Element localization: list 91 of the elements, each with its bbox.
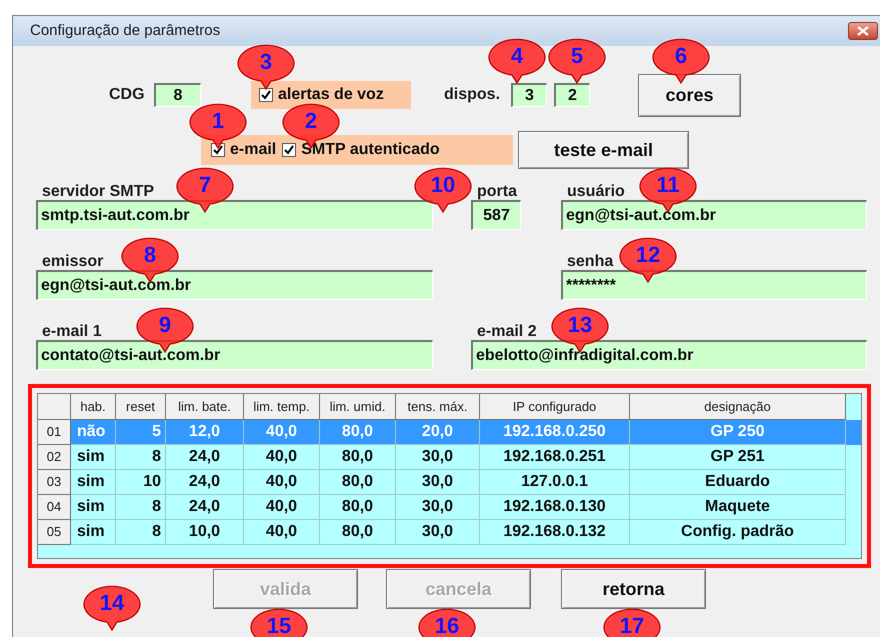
callout-badge: 17 — [603, 608, 661, 637]
row-header: 03 — [38, 470, 71, 495]
checkbox-label: SMTP autenticado — [301, 140, 440, 160]
table-cell: sim — [71, 520, 116, 545]
table-cell: 30,0 — [396, 495, 480, 520]
table-cell: não — [71, 420, 116, 445]
table-cell: sim — [71, 470, 116, 495]
table-row[interactable]: 02 sim 8 24,0 40,0 80,0 30,0 192.168.0.251 GP 251 — [38, 445, 861, 470]
table-cell: 10 — [116, 470, 166, 495]
field-label: dispos. — [444, 85, 502, 105]
field-label: e-mail 1 — [42, 322, 102, 340]
column-header[interactable]: reset — [116, 394, 166, 420]
close-icon[interactable] — [848, 22, 878, 40]
column-header[interactable]: lim. bate. — [166, 394, 244, 420]
table-cell: 40,0 — [244, 420, 320, 445]
table-cell: sim — [71, 445, 116, 470]
password-field[interactable]: ******** — [561, 270, 867, 300]
device-field[interactable]: 2 — [554, 83, 590, 107]
table-cell: 30,0 — [396, 520, 480, 545]
table-cell: 127.0.0.1 — [480, 470, 630, 495]
table-row[interactable]: 04 sim 8 24,0 40,0 80,0 30,0 192.168.0.130 Maquete — [38, 495, 861, 520]
cdg-field[interactable]: 8 — [154, 83, 201, 107]
table-cell: Eduardo — [630, 470, 846, 495]
table-cell: 192.168.0.251 — [480, 445, 630, 470]
table-cell: 192.168.0.130 — [480, 495, 630, 520]
callout-badge: 15 — [250, 608, 308, 637]
header-cell — [38, 394, 71, 420]
checkbox-label: e-mail — [230, 140, 276, 160]
row-header: 01 — [38, 420, 71, 445]
table-cell: GP 251 — [630, 445, 846, 470]
table-cell: 12,0 — [166, 420, 244, 445]
field-label: CDG — [109, 85, 146, 105]
column-header[interactable]: hab. — [71, 394, 116, 420]
field-label: e-mail 2 — [477, 322, 537, 340]
table-cell: GP 250 — [630, 420, 846, 445]
table-cell: 20,0 — [396, 420, 480, 445]
callout-badge: 16 — [418, 608, 476, 637]
table-cell: Config. padrão — [630, 520, 846, 545]
callout-badge: 4 — [488, 38, 546, 84]
column-header[interactable]: designação — [630, 394, 846, 420]
table-cell: 192.168.0.132 — [480, 520, 630, 545]
table-cell: 80,0 — [320, 520, 396, 545]
return-button[interactable]: retorna — [561, 569, 706, 609]
row-header: 02 — [38, 445, 71, 470]
table-cell: 24,0 — [166, 470, 244, 495]
field-label: emissor — [42, 252, 104, 270]
table-cell: 192.168.0.250 — [480, 420, 630, 445]
table-cell: 8 — [116, 520, 166, 545]
window-title: Configuração de parâmetros — [30, 20, 220, 41]
test-email-button[interactable]: teste e-mail — [518, 131, 689, 169]
table-row[interactable]: 01 não 5 12,0 40,0 80,0 20,0 192.168.0.250 GP 250 — [38, 420, 861, 445]
column-header[interactable]: IP configurado — [480, 394, 630, 420]
table-cell: 40,0 — [244, 470, 320, 495]
table-cell: 80,0 — [320, 445, 396, 470]
column-header[interactable]: lim. temp. — [244, 394, 320, 420]
callout-badge: 14 — [83, 585, 141, 631]
table-cell: 10,0 — [166, 520, 244, 545]
colors-button[interactable]: cores — [638, 74, 741, 116]
callout-badge: 10 — [414, 167, 472, 213]
table-cell: 5 — [116, 420, 166, 445]
row-header: 04 — [38, 495, 71, 520]
table-cell: 80,0 — [320, 495, 396, 520]
table-cell: 80,0 — [320, 420, 396, 445]
table-row[interactable]: 05 sim 8 10,0 40,0 80,0 30,0 192.168.0.132 Config. padrão — [38, 520, 861, 545]
table-cell: Maquete — [630, 495, 846, 520]
row-header: 05 — [38, 520, 71, 545]
table-cell: 24,0 — [166, 495, 244, 520]
field-label: senha — [567, 252, 614, 270]
device-field[interactable]: 3 — [511, 83, 547, 107]
table-cell: 8 — [116, 445, 166, 470]
table-cell: 30,0 — [396, 470, 480, 495]
callout-badge: 6 — [652, 38, 710, 84]
callout-badge: 12 — [619, 237, 677, 283]
checkbox[interactable] — [259, 88, 273, 102]
table-cell: 40,0 — [244, 445, 320, 470]
field-label: usuário — [567, 182, 625, 200]
field-label: servidor SMTP — [42, 182, 154, 200]
field-label: porta — [477, 182, 517, 200]
column-header[interactable]: tens. máx. — [396, 394, 480, 420]
table-cell: sim — [71, 495, 116, 520]
column-header[interactable]: lim. umid. — [320, 394, 396, 420]
callout-badge: 5 — [548, 38, 606, 84]
checkbox[interactable] — [282, 143, 296, 157]
table-cell: 80,0 — [320, 470, 396, 495]
table-row[interactable]: 03 sim 10 24,0 40,0 80,0 30,0 127.0.0.1 Eduardo — [38, 470, 861, 495]
table-cell: 40,0 — [244, 495, 320, 520]
table-cell: 8 — [116, 495, 166, 520]
table-cell: 24,0 — [166, 445, 244, 470]
table-cell: 40,0 — [244, 520, 320, 545]
port-field[interactable]: 587 — [471, 200, 521, 230]
table-cell: 30,0 — [396, 445, 480, 470]
